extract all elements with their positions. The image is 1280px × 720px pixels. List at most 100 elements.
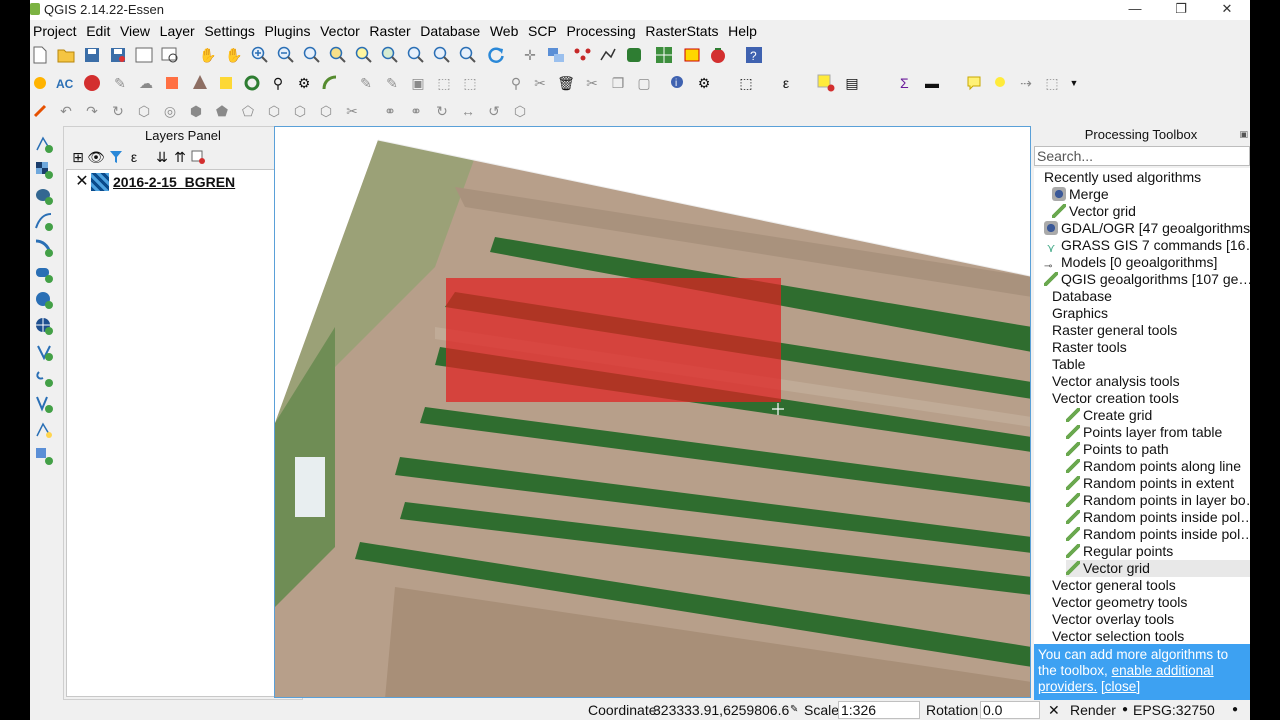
change-label-icon[interactable]: ↔ xyxy=(458,101,478,121)
save-edits-icon[interactable]: ▣ xyxy=(408,73,428,93)
pan-to-selection-icon[interactable]: ✋ xyxy=(224,45,244,65)
toolbox-item[interactable]: ▫⊸Models [0 geoalgorithms] xyxy=(1044,254,1250,271)
save-as-icon[interactable] xyxy=(108,45,128,65)
digitize-advanced-icon[interactable] xyxy=(30,101,50,121)
menu-help[interactable]: Help xyxy=(725,21,760,41)
gla-icon[interactable] xyxy=(82,73,102,93)
green-tool-icon[interactable] xyxy=(320,73,340,93)
add-wfs-icon[interactable] xyxy=(34,342,54,362)
toolbox-item[interactable]: Points to path xyxy=(1066,441,1250,458)
statistics-icon[interactable]: Σ xyxy=(896,73,916,93)
tomato-icon[interactable] xyxy=(708,45,728,65)
copy-icon[interactable]: ❐ xyxy=(608,73,628,93)
redo-icon[interactable]: ↷ xyxy=(82,101,102,121)
toolbox-item[interactable]: ▫Table xyxy=(1052,356,1250,373)
marker-icon[interactable]: ⚲ xyxy=(268,73,288,93)
toolbox-item[interactable]: Create grid xyxy=(1066,407,1250,424)
pencil-edit-icon[interactable]: ✂ xyxy=(530,73,550,93)
digitize-lines-icon[interactable]: ✎ xyxy=(356,73,376,93)
zoom-last-icon[interactable] xyxy=(406,45,426,65)
offset-curve-icon[interactable]: ⬡ xyxy=(316,101,336,121)
filter-legend-icon[interactable] xyxy=(106,147,126,167)
gps-icon[interactable]: ⚙ xyxy=(294,73,314,93)
toolbox-item[interactable]: Random points in extent xyxy=(1066,475,1250,492)
toolbox-item[interactable]: ▫Merge xyxy=(1052,186,1250,203)
fill-icon[interactable]: ⬡ xyxy=(510,101,530,121)
manage-visibility-icon[interactable]: 👁 xyxy=(86,147,106,167)
toolbox-search-input[interactable] xyxy=(1034,146,1250,166)
new-temp-layer-icon[interactable] xyxy=(34,446,54,466)
move-feature-icon[interactable]: ✛ xyxy=(520,45,540,65)
text-annotation-icon[interactable]: ⇢ xyxy=(1016,73,1036,93)
select-by-expression-icon[interactable]: ε xyxy=(776,73,796,93)
save-project-icon[interactable] xyxy=(82,45,102,65)
refresh-icon[interactable] xyxy=(486,45,506,65)
map-canvas[interactable] xyxy=(274,126,1031,698)
add-virtual-layer-icon[interactable] xyxy=(34,394,54,414)
delete-icon[interactable]: 🗑 xyxy=(556,73,576,93)
toolbox-item[interactable]: Regular points xyxy=(1066,543,1250,560)
tree-icon[interactable] xyxy=(190,73,210,93)
add-group-icon[interactable]: ⊞ xyxy=(68,147,88,167)
add-mssql-icon[interactable] xyxy=(34,238,54,258)
toolbox-item[interactable]: ▫Vector grid xyxy=(1052,203,1250,220)
toolbox-item[interactable]: ▫Vector selection tools xyxy=(1052,628,1250,644)
toolbox-item[interactable]: Random points inside pol… xyxy=(1066,526,1250,543)
scale-field[interactable]: 1:326 xyxy=(838,701,920,719)
annotation-icon[interactable] xyxy=(964,73,984,93)
toolbox-item[interactable]: ▫GDAL/OGR [47 geoalgorithms] xyxy=(1044,220,1250,237)
toolbox-item[interactable]: ▫Vector geometry tools xyxy=(1052,594,1250,611)
add-postgis-icon[interactable] xyxy=(34,186,54,206)
toolbox-item[interactable]: ▫Vector analysis tools xyxy=(1052,373,1250,390)
select-features-icon[interactable]: ⬚ xyxy=(736,73,756,93)
layer-row[interactable]: ✕ 2016-2-15_BGREN xyxy=(75,173,235,191)
menu-scp[interactable]: SCP xyxy=(525,21,560,41)
menu-web[interactable]: Web xyxy=(487,21,522,41)
add-raster-icon[interactable] xyxy=(34,160,54,180)
menu-view[interactable]: View xyxy=(117,21,153,41)
minimize-button[interactable]: — xyxy=(1112,0,1158,20)
delete-ring-icon[interactable]: ⬠ xyxy=(238,101,258,121)
menu-raster[interactable]: Raster xyxy=(366,21,413,41)
pan-icon[interactable]: ✋ xyxy=(198,45,218,65)
split-features-icon[interactable]: ✂ xyxy=(342,101,362,121)
restore-button[interactable]: ❐ xyxy=(1158,0,1204,20)
add-wms-icon[interactable] xyxy=(34,290,54,310)
open-project-icon[interactable] xyxy=(56,45,76,65)
zoom-selection-icon[interactable] xyxy=(354,45,374,65)
html-annotation-icon[interactable]: ⬚ xyxy=(1042,73,1062,93)
add-delimited-text-icon[interactable] xyxy=(34,368,54,388)
map-tips-icon[interactable] xyxy=(990,73,1010,93)
rotate-icon[interactable]: ↻ xyxy=(108,101,128,121)
zoom-out-icon[interactable] xyxy=(276,45,296,65)
layer-name[interactable]: 2016-2-15_BGREN xyxy=(113,174,235,190)
remove-layer-icon[interactable] xyxy=(188,147,208,167)
cut-icon[interactable]: ✂ xyxy=(582,73,602,93)
simplify-icon[interactable]: ⬡ xyxy=(134,101,154,121)
action-icon[interactable]: ⚙ xyxy=(694,73,714,93)
new-shapefile-icon[interactable] xyxy=(34,420,54,440)
new-project-icon[interactable] xyxy=(30,45,50,65)
plugin-icon[interactable] xyxy=(30,73,50,93)
deselect-icon[interactable] xyxy=(816,73,836,93)
zoom-full-icon[interactable] xyxy=(328,45,348,65)
menu-plugins[interactable]: Plugins xyxy=(262,21,314,41)
add-ring-icon[interactable]: ◎ xyxy=(160,101,180,121)
close-info-link[interactable]: [close] xyxy=(1101,679,1140,694)
sync-icon[interactable] xyxy=(242,73,262,93)
messages-icon[interactable]: ● xyxy=(1232,702,1238,718)
color-picker-icon[interactable] xyxy=(162,73,182,93)
toolbox-item[interactable]: Random points inside pol… xyxy=(1066,509,1250,526)
fill-ring-icon[interactable]: ⬟ xyxy=(212,101,232,121)
toolbox-item[interactable]: Random points along line xyxy=(1066,458,1250,475)
toolbox-item[interactable]: Vector grid xyxy=(1066,560,1250,577)
menu-database[interactable]: Database xyxy=(417,21,483,41)
undo-icon[interactable]: ↶ xyxy=(56,101,76,121)
rotate-point-icon[interactable]: ↺ xyxy=(484,101,504,121)
menu-vector[interactable]: Vector xyxy=(317,21,363,41)
merge-attributes-icon[interactable]: ⚭ xyxy=(406,101,426,121)
toolbox-item[interactable]: ▫Vector general tools xyxy=(1052,577,1250,594)
digitize-icon[interactable] xyxy=(598,45,618,65)
toolbox-item[interactable]: ▫Vector overlay tools xyxy=(1052,611,1250,628)
toolbox-item[interactable]: Points layer from table xyxy=(1066,424,1250,441)
